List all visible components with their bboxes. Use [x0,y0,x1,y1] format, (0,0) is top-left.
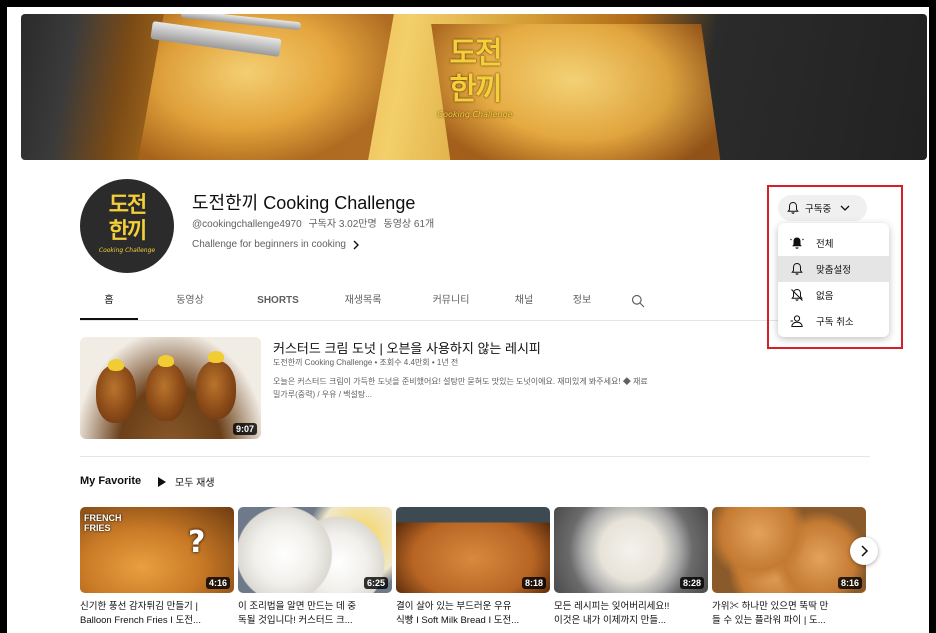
featured-video-title[interactable]: 커스터드 크림 도넛 | 오븐을 사용하지 않는 레시피 [273,338,541,357]
tab-playlists[interactable]: 재생목록 [328,287,398,320]
video-card[interactable]: 8:18 결이 살아 있는 부드러운 우유 식빵 I Soft Milk Bre… [396,507,550,628]
avatar-sub: Cooking Challenge [98,247,156,254]
bell-off-icon [791,288,803,301]
playlist-title[interactable]: My Favorite [80,475,141,487]
featured-desc-line2: 밀가루(중력) / 우유 / 백설탕... [273,390,372,399]
banner-logo-line2: 한끼 [449,72,502,107]
tab-channels[interactable]: 채널 [504,287,544,320]
channel-description-text: Challenge for beginners in cooking [192,239,346,250]
channel-tabs: 홈 동영상 SHORTS 재생목록 커뮤니티 채널 정보 [80,287,870,321]
chevron-down-icon [840,205,850,211]
video-title-line1[interactable]: 가위✂ 하나만 있으면 뚝딱 만 [712,600,866,614]
search-icon[interactable] [628,287,648,315]
question-mark-icon: ? [188,525,206,560]
avatar-line2: 한끼 [108,219,147,244]
featured-video-description: 오늘은 커스터드 크림이 가득한 도넛을 준비했어요! 설탕만 묻혀도 맛있는 … [273,375,723,401]
subscriber-count: 구독자 3.02만명 [308,219,377,230]
video-card[interactable]: 6:25 이 조리법을 알면 만드는 데 중 독될 것입니다! 커스터드 크..… [238,507,392,628]
youtube-channel-page: 도전 한끼 Cooking Challenge 도전 한끼 Cooking Ch… [7,7,929,633]
menu-item-all-label: 전체 [816,239,834,250]
subscribed-button[interactable]: 구독중 [778,195,867,221]
person-remove-icon [790,315,803,327]
video-duration: 8:18 [521,577,546,589]
video-title-line1[interactable]: 이 조리법을 알면 만드는 데 중 [238,600,392,614]
playlist-grid: FRENCH FRIES ? 4:16 신기한 풍선 감자튀김 만들기 | Ba… [80,507,866,628]
video-thumbnail[interactable]: 8:18 [396,507,550,593]
banner-logo-sub: Cooking Challenge [437,110,513,119]
featured-video-thumbnail[interactable]: 9:07 [80,337,261,439]
tab-shorts[interactable]: SHORTS [240,287,316,320]
video-title-line2[interactable]: 이것은 내가 이제까지 만들... [554,614,708,628]
video-card[interactable]: 8:16 가위✂ 하나만 있으면 뚝딱 만 들 수 있는 플라워 파이 | 도.… [712,507,866,628]
notification-menu: 전체 맞춤설정 없음 구독 취소 [778,223,889,337]
video-duration: 4:16 [205,577,230,589]
play-all-label: 모두 재생 [175,478,215,489]
tab-about[interactable]: 정보 [562,287,602,320]
tab-community[interactable]: 커뮤니티 [416,287,486,320]
bell-icon [791,262,803,275]
menu-item-all[interactable]: 전체 [778,230,889,256]
menu-item-personalized-label: 맞춤설정 [816,265,851,276]
video-duration: 8:16 [837,577,862,589]
play-all-button[interactable]: 모두 재생 [157,474,215,489]
tab-home[interactable]: 홈 [80,287,138,320]
menu-item-personalized[interactable]: 맞춤설정 [778,256,889,282]
menu-item-unsubscribe[interactable]: 구독 취소 [778,308,889,334]
channel-meta: @cookingchallenge4970 구독자 3.02만명 동영상 61개 [192,215,434,230]
bell-ringing-icon [790,237,804,249]
video-title-line2[interactable]: 독될 것입니다! 커스터드 크... [238,614,392,628]
video-title-line1[interactable]: 신기한 풍선 감자튀김 만들기 | [80,600,234,614]
video-title-line2[interactable]: Balloon French Fries I 도전... [80,614,234,628]
channel-banner: 도전 한끼 Cooking Challenge [21,14,927,160]
channel-title: 도전한끼 Cooking Challenge [192,193,416,213]
banner-logo-line1: 도전 [449,36,502,71]
carousel-next-button[interactable] [850,537,878,565]
video-title-line1[interactable]: 모든 레시피는 잊어버리세요!! [554,600,708,614]
thumbnail-badge: FRENCH FRIES [84,513,122,533]
video-thumbnail[interactable]: 8:16 [712,507,866,593]
video-card[interactable]: FRENCH FRIES ? 4:16 신기한 풍선 감자튀김 만들기 | Ba… [80,507,234,628]
video-thumbnail[interactable]: 6:25 [238,507,392,593]
video-duration: 8:28 [679,577,704,589]
channel-avatar[interactable]: 도전 한끼 Cooking Challenge [80,179,174,273]
bell-icon [787,201,799,214]
featured-video-meta: 도전한끼 Cooking Challenge • 조회수 4.4만회 • 1년 … [273,358,459,367]
video-duration: 6:25 [363,577,388,589]
channel-description[interactable]: Challenge for beginners in cooking [192,239,360,250]
tab-videos[interactable]: 동영상 [150,287,230,320]
play-icon [158,476,166,487]
video-thumbnail[interactable]: FRENCH FRIES ? 4:16 [80,507,234,593]
featured-desc-line1: 오늘은 커스터드 크림이 가득한 도넛을 준비했어요! 설탕만 묻혀도 맛있는 … [273,377,648,386]
video-count: 동영상 61개 [383,219,435,230]
menu-item-none[interactable]: 없음 [778,282,889,308]
chevron-right-icon [861,545,869,557]
video-card[interactable]: 8:28 모든 레시피는 잊어버리세요!! 이것은 내가 이제까지 만들... [554,507,708,628]
subscribed-label: 구독중 [805,204,832,215]
featured-duration: 9:07 [232,423,257,435]
section-divider [80,456,870,457]
menu-item-unsubscribe-label: 구독 취소 [816,317,854,328]
menu-item-none-label: 없음 [816,291,834,302]
channel-handle: @cookingchallenge4970 [192,219,302,230]
banner-logo: 도전 한끼 Cooking Challenge [437,36,513,140]
video-title-line2[interactable]: 식빵 I Soft Milk Bread I 도전... [396,614,550,628]
avatar-line1: 도전 [108,193,147,218]
chevron-right-icon [353,240,359,249]
video-title-line1[interactable]: 결이 살아 있는 부드러운 우유 [396,600,550,614]
video-title-line2[interactable]: 들 수 있는 플라워 파이 | 도... [712,614,866,628]
video-thumbnail[interactable]: 8:28 [554,507,708,593]
